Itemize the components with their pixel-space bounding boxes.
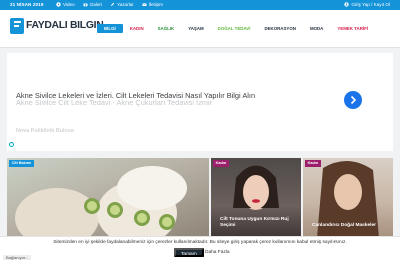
chevron-right-icon [350,95,357,105]
ad-banner[interactable]: Akne Sivilce Lekeleri ve İzleri. Cilt Le… [7,53,393,151]
date-label: 21 NİSAN 2019 [10,2,44,8]
ad-advertiser: Nova Poliklinik Bulova [16,128,74,134]
nav-item[interactable]: MODA [303,24,330,33]
nav-item[interactable]: SAĞLIK [151,24,182,33]
video-icon [56,2,61,8]
cookie-more-link[interactable]: Daha Fazla [205,250,230,255]
cookie-accept-button[interactable]: Tamam [174,248,204,257]
top-link-gallery[interactable]: Galeri [83,2,102,7]
top-link-video[interactable]: Video [56,2,75,7]
top-links: Video Galeri Yazarlar İletişim [56,2,163,7]
login-label: Giriş Yap / Kayıt Ol [351,2,390,8]
camera-icon [83,3,88,7]
category-tag[interactable]: Cilt Bakımı [9,160,34,167]
article-card[interactable]: Kadın Canlandırıcı Doğal Maskeler [303,158,393,238]
main-nav: BİLGİ KADIN SAĞLIK YAŞAM DOĞAL TEDAVİ DEKORAS… [97,24,375,33]
site-header: FAYDALI BILGIN BİLGİ KADIN SAĞLIK YAŞAM DOĞA… [0,10,400,48]
cookie-banner: Sitemizden en iyi şekilde faydalanabilme… [0,236,400,261]
pencil-icon [110,3,115,7]
nav-item[interactable]: YEMEK TARİFİ [330,24,375,33]
site-logo[interactable]: FAYDALI BILGIN [10,18,104,34]
top-link-label: İletişim [148,2,163,8]
status-loading: Bağlanıyor... [3,255,32,260]
article-card-featured[interactable]: Cilt Bakımı [7,158,209,238]
login-link[interactable]: Giriş Yap / Kayıt Ol [344,2,390,7]
nav-item[interactable]: DEKORASYON [257,24,302,33]
nav-item[interactable]: DOĞAL TEDAVİ [211,24,258,33]
top-link-contact[interactable]: İletişim [142,2,163,7]
category-tag[interactable]: Kadın [305,160,321,167]
mail-icon [142,3,147,7]
article-image [15,166,187,238]
top-link-label: Yazarlar [116,2,134,8]
article-title[interactable]: Canlandırıcı Doğal Maskeler [312,223,388,230]
top-bar: 21 NİSAN 2019 Video Galeri Yazarlar İlet… [0,0,400,10]
logo-mark-icon [10,18,24,34]
top-link-label: Video [63,2,75,8]
ad-arrow-button[interactable] [344,91,362,109]
logo-text: FAYDALI BILGIN [26,20,104,31]
ad-info-icon[interactable] [9,142,14,147]
top-link-authors[interactable]: Yazarlar [110,2,134,7]
nav-item[interactable]: BİLGİ [97,24,123,33]
nav-item[interactable]: YAŞAM [181,24,210,33]
nav-item[interactable]: KADIN [123,24,151,33]
ad-subheadline[interactable]: Akne Sivilce Cilt Leke Tedavi - Akne Çuk… [16,98,212,107]
cookie-text: Sitemizden en iyi şekilde faydalanabilme… [53,240,347,245]
category-tag[interactable]: Kadın [213,160,229,167]
top-link-label: Galeri [89,2,102,8]
page: 21 NİSAN 2019 Video Galeri Yazarlar İlet… [0,0,400,261]
user-icon [344,2,350,8]
article-title[interactable]: Cilt Tonuna Uygun Kırmızı Ruj Seçimi [220,217,296,230]
article-card[interactable]: Kadın Cilt Tonuna Uygun Kırmızı Ruj Seçi… [211,158,301,238]
